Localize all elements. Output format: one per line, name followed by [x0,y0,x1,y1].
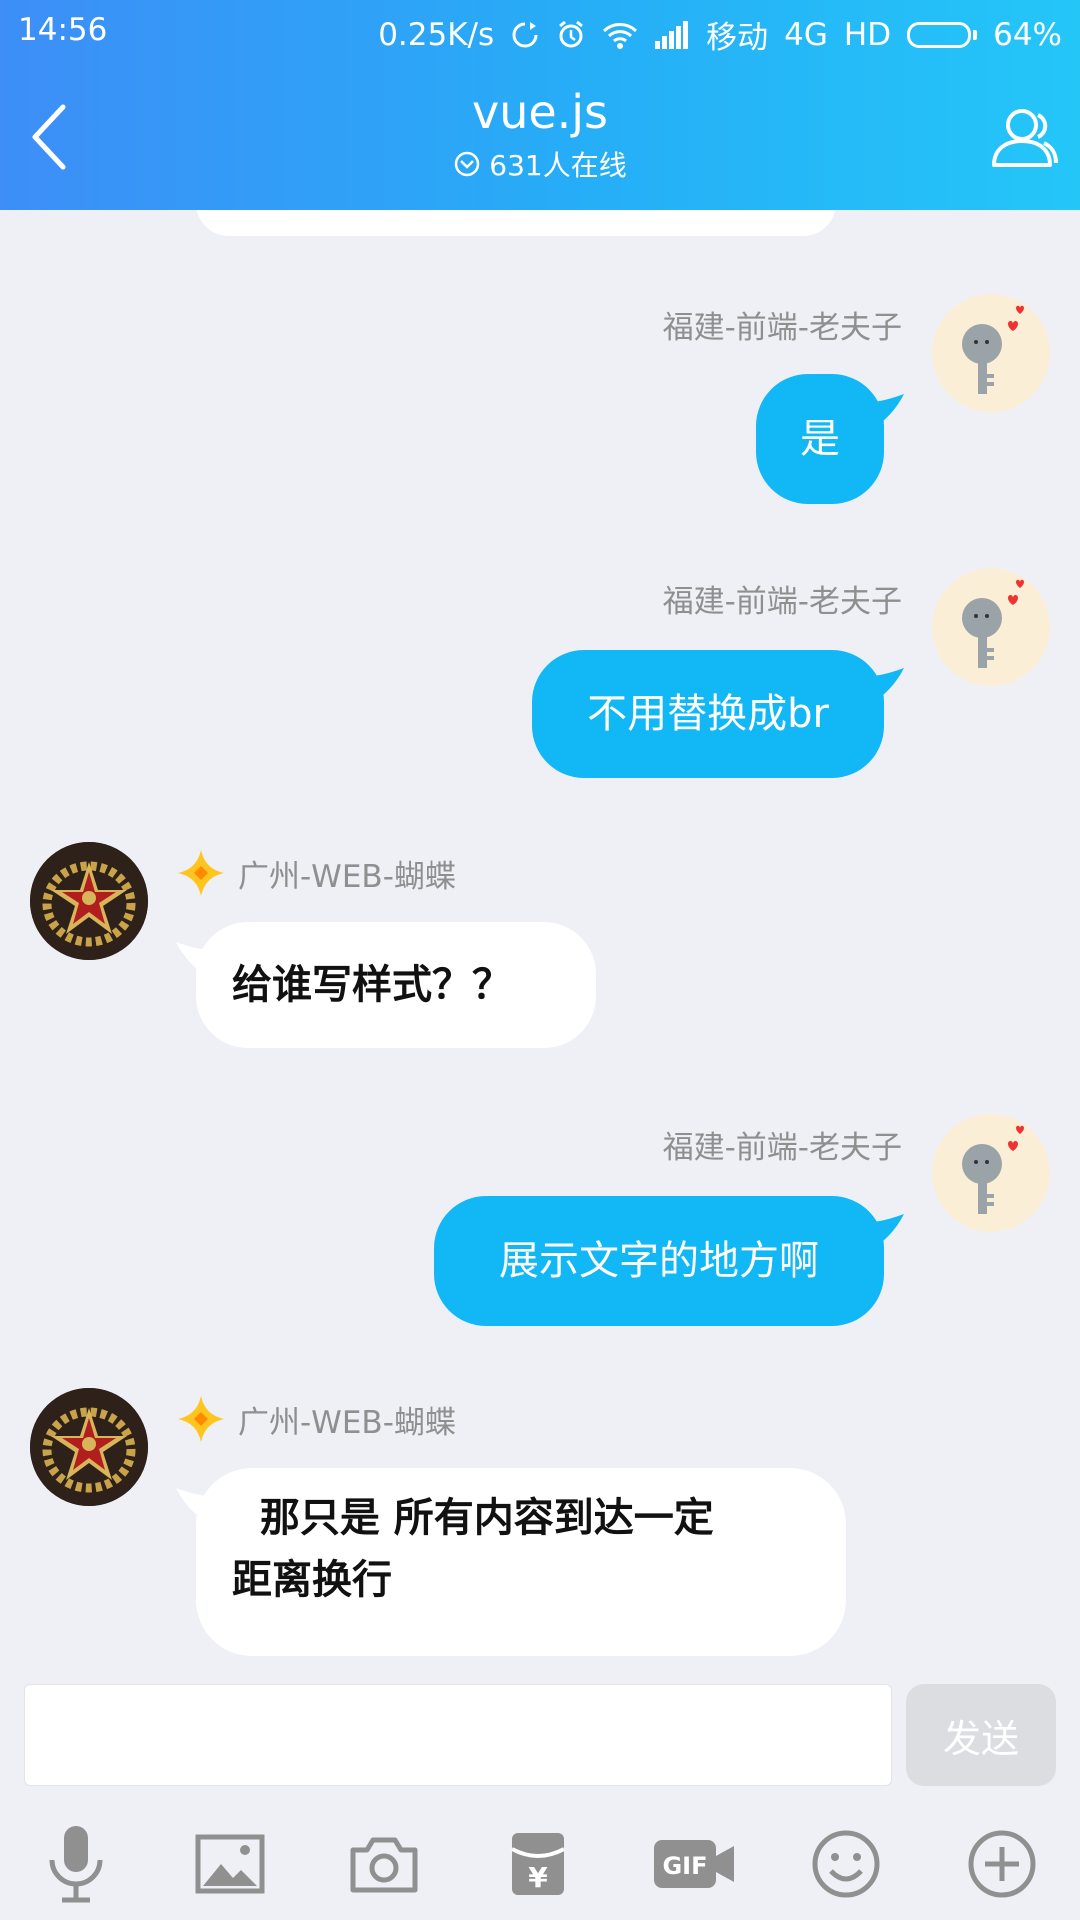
red-packet-icon: ¥ [511,1833,565,1895]
send-button[interactable]: 发送 [906,1684,1056,1786]
sender-name: 福建-前端-老夫子 [662,1130,902,1166]
nav-bar: vue.js 631人在线 [0,62,1080,210]
sync-icon [510,20,540,50]
microphone-icon [49,1826,103,1903]
message-input[interactable] [24,1684,892,1786]
sender-name-text: 广州-WEB-蝴蝶 [238,1404,456,1441]
gif-label: GIF [662,1852,707,1880]
title-group: vue.js 631人在线 [0,84,1080,184]
diamond-badge-icon [178,1396,224,1442]
chat-header: 14:56 0.25K/s 移动 4G HD 64% vue.js 631人在线 [0,0,1080,210]
battery-icon [907,21,978,48]
voice-button[interactable] [36,1824,116,1904]
sender-name: 福建-前端-老夫子 [662,310,902,346]
previous-message-bubble [196,210,836,236]
plus-icon [968,1830,1036,1898]
message-text-line: 那只是 所有内容到达一定 [232,1494,714,1541]
message-text-line: 距离换行 [232,1556,392,1603]
key-avatar-icon [962,305,1024,394]
message-text: 展示文字的地方啊 [499,1238,819,1284]
bubble-tail [874,668,904,696]
gif-icon: GIF [654,1840,734,1888]
bubble-tail [874,394,904,422]
bubble-tail [176,1488,206,1516]
alarm-icon [556,20,586,50]
yuan-label: ¥ [528,1861,548,1894]
avatar[interactable] [30,842,148,960]
avatar[interactable] [932,294,1050,412]
sender-name-text: 广州-WEB-蝴蝶 [238,858,456,895]
input-bar: 发送 [0,1670,1080,1794]
military-badge-avatar-icon [30,842,148,960]
avatar[interactable] [30,1388,148,1506]
message-text: 不用替换成br [587,691,829,737]
status-time: 14:56 [18,12,108,48]
sender-name: 广州-WEB-蝴蝶 [178,1396,456,1442]
message-bubble[interactable]: 是 [756,374,884,504]
diamond-badge-icon [178,850,224,896]
bubble-tail [874,1214,904,1242]
input-toolbar: ¥ GIF [0,1800,1080,1920]
online-count-text: 631人在线 [489,149,627,182]
avatar[interactable] [932,568,1050,686]
network-type: 4G [784,16,828,53]
more-button[interactable] [962,1824,1042,1904]
image-icon [195,1834,265,1894]
camera-icon [350,1837,418,1893]
key-avatar-icon [962,1125,1024,1214]
net-speed: 0.25K/s [378,16,495,53]
carrier-name: 移动 [706,20,769,56]
message-list[interactable]: 福建-前端-老夫子 是 福建-前端-老夫子 不用替换成br 广州-WEB-蝴蝶 … [0,210,1080,1670]
gif-button[interactable]: GIF [652,1824,736,1904]
chevron-down-circle-icon [455,151,480,177]
message-bubble[interactable]: 那只是 所有内容到达一定 距离换行 [196,1468,846,1656]
avatar[interactable] [932,1114,1050,1232]
status-bar: 14:56 0.25K/s 移动 4G HD 64% [0,0,1080,62]
emoji-button[interactable] [806,1824,886,1904]
message-text: 是 [800,416,840,462]
hd-indicator: HD [843,16,892,53]
battery-percent: 64% [993,16,1062,53]
status-indicators: 0.25K/s 移动 4G HD 64% [378,12,1062,57]
military-badge-avatar-icon [30,1388,148,1506]
group-members-button[interactable] [980,98,1060,178]
online-count: 631人在线 [453,144,627,184]
message-bubble[interactable]: 展示文字的地方啊 [434,1196,884,1326]
chat-title: vue.js [471,85,609,139]
emoji-icon [812,1830,880,1898]
wifi-icon [602,21,638,49]
signal-icon [654,20,690,49]
sender-name: 广州-WEB-蝴蝶 [178,850,456,896]
camera-button[interactable] [344,1824,424,1904]
sender-name: 福建-前端-老夫子 [662,584,902,620]
key-avatar-icon [962,579,1024,668]
red-packet-button[interactable]: ¥ [498,1824,578,1904]
bubble-tail [176,942,206,970]
message-bubble[interactable]: 不用替换成br [532,650,884,778]
members-icon [992,109,1058,167]
photo-button[interactable] [190,1824,270,1904]
message-bubble[interactable]: 给谁写样式？？ [196,922,596,1048]
message-text: 给谁写样式？？ [232,961,512,1008]
